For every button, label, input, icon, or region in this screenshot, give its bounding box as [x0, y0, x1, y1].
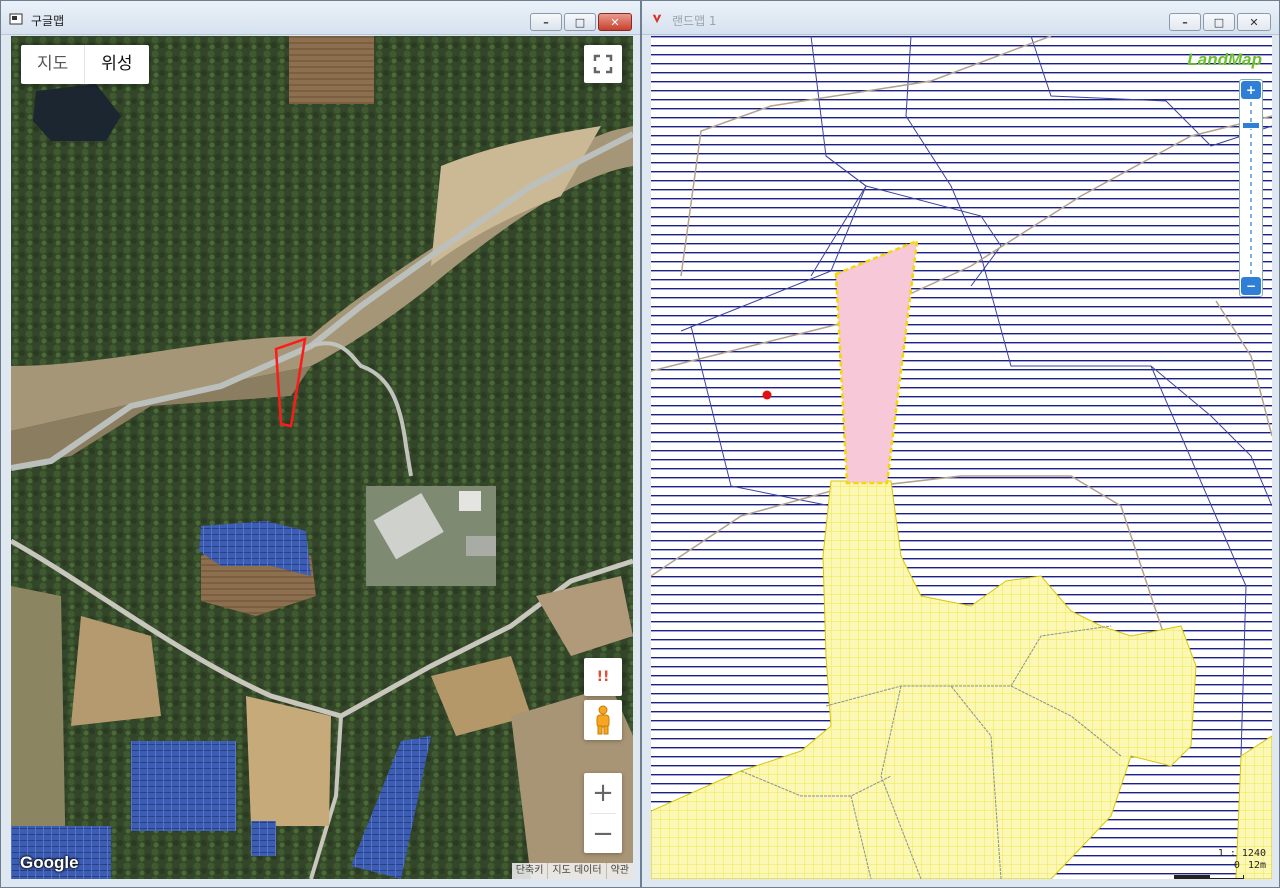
- scale-bar-fill: [1175, 875, 1210, 878]
- maximize-button[interactable]: □: [564, 13, 596, 31]
- fullscreen-icon: [593, 54, 613, 74]
- satellite-imagery: [11, 36, 633, 879]
- minimize-button[interactable]: –: [1169, 13, 1201, 31]
- zoom-slider-handle[interactable]: [1242, 122, 1260, 129]
- map-type-map-button[interactable]: 지도: [21, 45, 84, 84]
- keyboard-shortcuts-link[interactable]: 단축키: [512, 863, 548, 879]
- location-marker-icon: [762, 390, 772, 400]
- app-icon: [9, 13, 23, 25]
- maximize-button[interactable]: □: [1203, 13, 1235, 31]
- close-icon: ✕: [1249, 15, 1259, 29]
- minimize-icon: –: [1182, 15, 1188, 29]
- scale-start: 0: [1233, 860, 1240, 871]
- close-icon: ✕: [610, 15, 620, 29]
- google-map-titlebar[interactable]: 구글맵 – □ ✕: [1, 1, 640, 35]
- landmap-logo: LandMap: [1187, 50, 1262, 69]
- map-type-control: 지도 위성: [21, 45, 149, 84]
- landmap-window: 랜드맵 1 – □ ✕ LandMap + − 1: 1240 0 12m: [641, 0, 1280, 888]
- google-map-window: 구글맵 – □ ✕ 지도 위성 !! + − Google 단축키 지도 데이터…: [0, 0, 641, 888]
- landmap-app-icon: [652, 14, 662, 24]
- landmap-zoom-out-button[interactable]: −: [1241, 277, 1261, 295]
- satellite-map[interactable]: 지도 위성 !! + − Google 단축키 지도 데이터 약관: [11, 36, 633, 879]
- pegman-icon: [596, 705, 610, 735]
- scale-bar: [1174, 875, 1244, 879]
- street-view-pegman-button[interactable]: [584, 700, 622, 740]
- landmap-titlebar[interactable]: 랜드맵 1 – □ ✕: [642, 1, 1279, 35]
- window-title: 구글맵: [31, 14, 65, 28]
- map-data-link[interactable]: 지도 데이터: [547, 863, 605, 879]
- fullscreen-button[interactable]: [584, 45, 622, 83]
- report-icon: !!: [596, 669, 610, 685]
- close-button[interactable]: ✕: [598, 13, 632, 31]
- cadastral-drawing: [651, 36, 1272, 879]
- maximize-icon: □: [574, 15, 586, 29]
- map-attribution: 단축키 지도 데이터 약관: [511, 863, 633, 879]
- landmap-zoom-in-button[interactable]: +: [1241, 81, 1261, 99]
- zoom-in-button[interactable]: +: [584, 773, 622, 813]
- map-scale: 1 : 1240 0 12m: [1218, 848, 1266, 872]
- maximize-icon: □: [1213, 15, 1225, 29]
- scale-end: 12m: [1247, 860, 1266, 871]
- zoom-out-button[interactable]: −: [584, 814, 622, 854]
- minimize-button[interactable]: –: [530, 13, 562, 31]
- terms-link[interactable]: 약관: [605, 863, 633, 879]
- scale-ratio: 1 : 1240: [1217, 848, 1266, 859]
- google-logo: Google: [20, 853, 79, 872]
- map-type-satellite-button[interactable]: 위성: [85, 45, 148, 84]
- report-problem-button[interactable]: !!: [584, 658, 622, 696]
- landmap-zoom-control: + −: [1239, 79, 1263, 297]
- zoom-control: + −: [584, 773, 622, 853]
- minimize-icon: –: [543, 15, 549, 29]
- close-button[interactable]: ✕: [1237, 13, 1271, 31]
- cadastral-map[interactable]: LandMap + − 1 : 1240 0 12m: [651, 36, 1272, 879]
- window-title: 랜드맵 1: [672, 14, 717, 28]
